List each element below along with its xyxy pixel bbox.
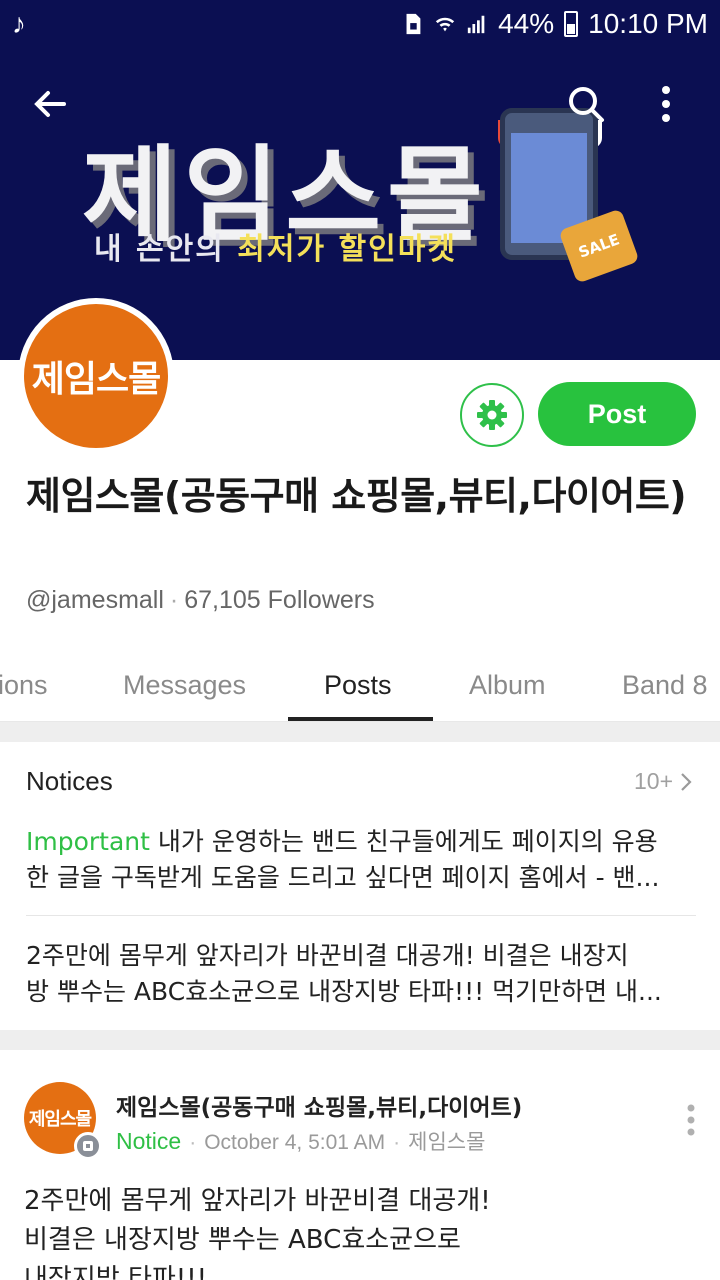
more-options-button[interactable]	[642, 80, 690, 128]
divider	[26, 915, 696, 916]
tab-bar: ions Messages Posts Album Band 8	[0, 640, 720, 722]
page-handle-line: @jamesmall · 67,105 Followers	[26, 586, 375, 614]
arrow-left-icon	[34, 91, 66, 117]
section-divider	[0, 722, 720, 742]
battery-icon	[564, 11, 579, 37]
notice-label: Notice	[116, 1128, 182, 1154]
battery-percent: 44%	[498, 8, 555, 39]
post-author-name[interactable]: 제임스몰(공동구매 쇼핑몰,뷰티,다이어트)	[116, 1088, 522, 1122]
post-date: October 4, 5:01 AM	[204, 1131, 386, 1154]
notices-more-link[interactable]: 10+	[634, 768, 693, 795]
important-label: Important	[26, 827, 150, 856]
wifi-icon	[435, 17, 455, 32]
page-badge-icon	[74, 1132, 102, 1160]
back-button[interactable]	[26, 80, 74, 128]
section-divider	[0, 1030, 720, 1050]
post-options-button[interactable]	[676, 1100, 706, 1140]
page-avatar[interactable]: 제임스몰	[18, 298, 174, 454]
search-icon	[569, 87, 604, 122]
signal-icon	[467, 15, 485, 34]
post-button[interactable]: Post	[538, 382, 696, 446]
banner-subtitle: 내 손안의 최저가 할인마켓	[94, 232, 457, 267]
notices-count: 10+	[634, 768, 674, 794]
page-title: 제임스몰(공동구매 쇼핑몰,뷰티,다이어트)	[26, 474, 687, 518]
post-meta: Notice · October 4, 5:01 AM · 제임스몰	[116, 1128, 486, 1154]
post-body[interactable]: 2주만에 몸무게 앞자리가 바꾼비결 대공개! 비결은 내장지방 뿌수는 ABC…	[24, 1182, 704, 1280]
followers-count[interactable]: 67,105 Followers	[184, 586, 374, 614]
search-button[interactable]	[562, 80, 610, 128]
tab-missions[interactable]: ions	[0, 670, 48, 701]
sim-card-icon	[406, 13, 421, 35]
tab-posts[interactable]: Posts	[324, 670, 392, 701]
chevron-right-icon	[681, 772, 692, 791]
more-vertical-icon	[687, 1104, 695, 1136]
tab-band[interactable]: Band 8	[622, 670, 708, 701]
notice-item[interactable]: 2주만에 몸무게 앞자리가 바꾼비결 대공개! 비결은 내장지 방 뿌수는 AB…	[26, 938, 688, 1010]
notices-heading: Notices	[26, 766, 113, 796]
clock: 10:10 PM	[588, 8, 708, 39]
music-note-icon: ♪	[12, 8, 26, 39]
tab-album[interactable]: Album	[469, 670, 546, 701]
gear-icon	[477, 400, 507, 430]
active-tab-indicator	[288, 717, 433, 721]
tab-messages[interactable]: Messages	[123, 670, 246, 701]
more-vertical-icon	[662, 86, 670, 122]
post-source: 제임스몰	[408, 1131, 486, 1154]
notice-item[interactable]: Important 내가 운영하는 밴드 친구들에게도 페이지의 유용 한 글을…	[26, 824, 688, 896]
page-handle: @jamesmall	[26, 586, 164, 614]
settings-button[interactable]	[460, 383, 524, 447]
status-bar: ♪ 44% 10:10 PM	[0, 0, 720, 50]
